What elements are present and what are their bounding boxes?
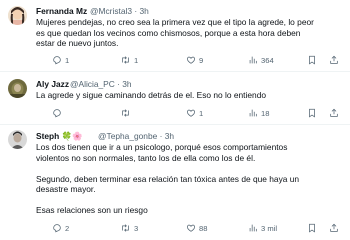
reply-icon	[53, 109, 61, 118]
retweet-icon	[122, 56, 129, 64]
retweet-button[interactable]: 1	[120, 55, 138, 65]
retweet-button[interactable]: 3	[120, 223, 138, 233]
views-icon	[249, 224, 257, 232]
views-count: 364	[261, 55, 274, 65]
display-name[interactable]: Steph 🍀🌸	[36, 131, 82, 141]
tweet-text-line: Los dos tienen que ir a un psicologo, po…	[36, 142, 288, 152]
display-name-text[interactable]: Steph	[36, 131, 59, 141]
tweet-text-line: La agrede y sigue caminando detrás de el…	[36, 90, 267, 100]
timestamp[interactable]: 3h	[139, 6, 148, 16]
tweet-2[interactable]: Aly Jazz @Alicia_PC · 3h La agrede y sig…	[0, 72, 350, 124]
handle-text[interactable]: @Mcristal3	[90, 6, 132, 16]
tweet-text-line: Esas relaciones son un riesgo	[36, 205, 148, 215]
tweet-text: Los dos tienen que ir a un psicologo, po…	[36, 142, 342, 216]
tweet-text-line: estar de nuevo juntos.	[36, 38, 119, 48]
views-icon	[249, 109, 257, 117]
reply-count: 1	[65, 55, 70, 65]
handle[interactable]: @Tepha_gonbe · 3h	[98, 131, 174, 141]
avatar[interactable]	[8, 6, 27, 25]
views-count: 18	[261, 108, 270, 118]
like-icon	[186, 224, 196, 232]
reply-icon	[53, 224, 61, 233]
handle[interactable]: @Alicia_PC · 3h	[70, 79, 132, 89]
separator: ·	[117, 79, 120, 89]
like-count: 1	[199, 108, 204, 118]
handle[interactable]: @Mcristal3 · 3h	[90, 6, 149, 16]
share-icon[interactable]	[329, 108, 339, 118]
tweet-text-line: Segundo, deben terminar esa relación tan…	[36, 173, 300, 184]
name-emojis: 🍀🌸	[61, 131, 83, 141]
tweet-text-line: Mujeres pendejas, no creo sea la primera…	[36, 17, 314, 27]
like-icon	[186, 109, 196, 117]
handle-text[interactable]: @Alicia_PC	[70, 79, 115, 89]
retweet-icon	[122, 109, 129, 117]
views-button[interactable]: 18	[248, 108, 269, 118]
reply-icon	[53, 56, 61, 65]
tweet-text-line: es que quedan los vecinos como chismosos…	[36, 27, 301, 38]
display-name[interactable]: Aly Jazz	[36, 79, 69, 89]
tweet-text: La agrede y sigue caminando detrás de el…	[36, 90, 342, 101]
tweet-actions: 2 3 88 3 mil	[36, 223, 342, 235]
reply-button[interactable]: 2	[52, 223, 69, 233]
bookmark-icon[interactable]	[307, 223, 317, 233]
display-name[interactable]: Fernanda Mz	[36, 6, 87, 16]
share-icon[interactable]	[329, 55, 339, 65]
retweet-button[interactable]	[120, 108, 134, 118]
like-icon	[186, 56, 196, 64]
share-icon[interactable]	[329, 223, 339, 233]
tweet-3[interactable]: Steph 🍀🌸 @Tepha_gonbe · 3h Los dos tiene…	[0, 125, 350, 240]
tweet-text: Mujeres pendejas, no creo sea la primera…	[36, 17, 342, 49]
bookmark-icon[interactable]	[307, 55, 317, 65]
reply-button[interactable]: 1	[52, 55, 69, 65]
like-button[interactable]: 9	[186, 55, 203, 65]
timestamp[interactable]: 3h	[122, 79, 131, 89]
handle-text[interactable]: @Tepha_gonbe	[98, 131, 157, 141]
tweet-actions: 1 18	[36, 108, 342, 120]
tweet-text-line: desastre mayor.	[36, 184, 96, 194]
separator: ·	[159, 131, 163, 141]
like-button[interactable]: 1	[186, 108, 203, 118]
views-icon	[249, 56, 257, 64]
views-button[interactable]: 3 mil	[248, 223, 277, 233]
like-button[interactable]: 88	[186, 223, 207, 233]
retweet-icon	[122, 224, 129, 232]
views-button[interactable]: 364	[248, 55, 274, 65]
tweet-1[interactable]: Fernanda Mz @Mcristal3 · 3h Mujeres pend…	[0, 0, 350, 72]
like-count: 9	[199, 55, 204, 65]
like-count: 88	[199, 223, 208, 233]
tweet-actions: 1 1 9 364	[36, 55, 342, 67]
avatar[interactable]	[8, 79, 27, 98]
bookmark-icon[interactable]	[307, 108, 317, 118]
separator: ·	[134, 6, 138, 16]
reply-button[interactable]	[52, 108, 65, 118]
views-count: 3 mil	[261, 223, 278, 233]
avatar[interactable]	[8, 130, 27, 149]
reply-count: 2	[65, 223, 70, 233]
retweet-count: 1	[134, 55, 139, 65]
tweet-text-line: violentos no son normales, tanto los de …	[36, 152, 256, 163]
timestamp[interactable]: 3h	[165, 131, 174, 141]
retweet-count: 3	[134, 223, 139, 233]
